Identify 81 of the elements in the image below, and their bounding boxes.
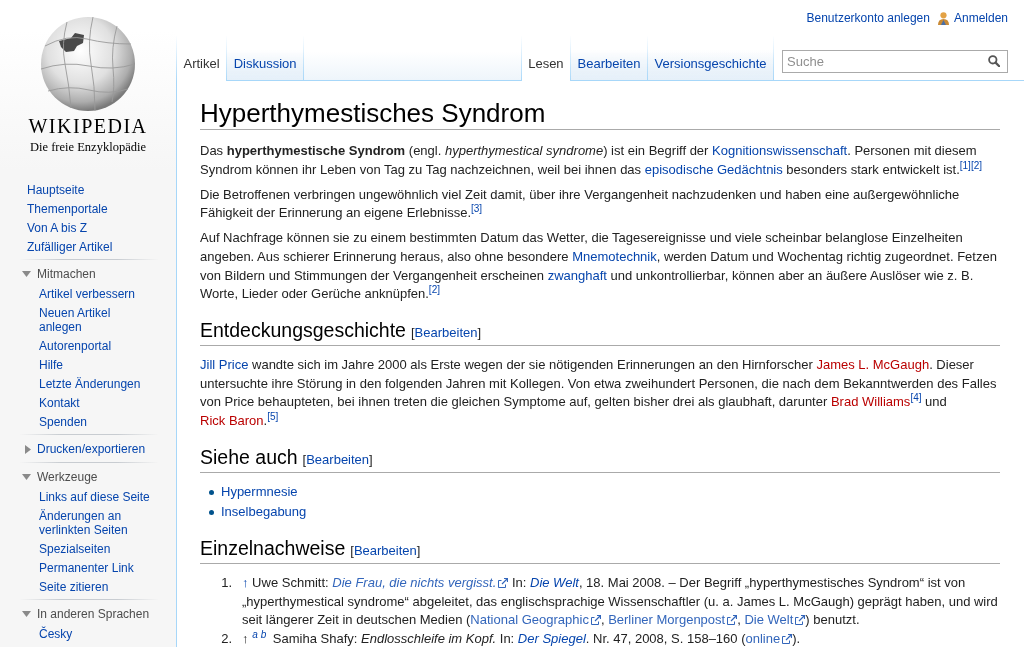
tab[interactable]: Bearbeiten — [571, 36, 648, 80]
sidebar-link[interactable]: Spezialseiten — [39, 539, 111, 558]
sidebar-link[interactable]: Kontakt — [39, 393, 80, 412]
sidebar-link[interactable]: Česky — [39, 624, 73, 643]
backlink[interactable]: ↑ — [242, 575, 249, 591]
reference-number: 2. — [221, 630, 232, 647]
edit-link[interactable]: [Bearbeiten] — [302, 451, 373, 467]
edit-link[interactable]: [Bearbeiten] — [350, 542, 421, 558]
sidebar-link[interactable]: Themenportale — [27, 199, 108, 218]
search-icon[interactable] — [988, 55, 1000, 67]
text-link[interactable]: Rick Baron — [200, 413, 264, 429]
footnote-link[interactable]: [4] — [910, 392, 922, 404]
sidebar-link[interactable]: Hauptseite — [27, 180, 85, 199]
footnote-link[interactable]: [1] — [959, 159, 971, 171]
sidebar-link[interactable]: Links auf diese Seite — [39, 487, 150, 506]
text-link[interactable]: Brad Williams — [830, 394, 911, 410]
external-link[interactable]: Die Frau, die nichts vergisst. — [332, 575, 509, 591]
text-link[interactable]: zwanghaft — [547, 267, 607, 283]
text-link[interactable]: Der Spiegel — [517, 631, 586, 646]
bullet-icon — [209, 509, 214, 515]
external-link-icon — [498, 578, 509, 589]
reference-number: 1. — [221, 574, 232, 593]
tab[interactable]: Versionsgeschichte — [648, 36, 774, 80]
section-heading: Siehe auch — [200, 445, 298, 468]
sidebar-heading[interactable]: In anderen Sprachen — [37, 605, 150, 623]
tagline: Die freie Enzyklopädie — [30, 140, 146, 154]
sidebar-link[interactable]: Hilfe — [39, 355, 63, 374]
external-link-icon — [782, 634, 793, 644]
paragraph: Die Betroffenen verbringen ungewöhnlich viel Zeit damit, über ihre Vergangenheit nachzudenken und haben eine außergewöhnliche Fähigkeit der Erinnerung an eigene Erlebnisse.$^{[3]}$ — [200, 185, 961, 223]
sidebar-link[interactable]: Änderungen an verlinkten Seiten — [39, 506, 153, 539]
sidebar-heading[interactable]: Werkzeuge — [37, 468, 98, 486]
backlink[interactable]: b — [260, 628, 267, 640]
sidebar-link[interactable]: Letzte Änderungen — [39, 374, 141, 393]
footnote-link[interactable]: [3] — [471, 202, 483, 214]
triangle-icon[interactable] — [25, 444, 31, 454]
text-link[interactable]: episodische Gedächtnis — [644, 161, 783, 177]
sidebar-link[interactable]: Neuen Artikel anlegen — [39, 303, 153, 336]
tab[interactable]: Lesen — [520, 36, 572, 81]
user-icon — [937, 11, 949, 25]
section-heading: Entdeckungsgeschichte — [200, 318, 406, 341]
sidebar-link[interactable]: Artikel verbessern — [39, 284, 136, 303]
paragraph: Auf Nachfrage können sie zu einem bestimmten Datum das Wetter, die Tagesereignisse und viele scheinbar belanglose Einzelheiten angeben. Aus schierer Erinnerung heraus, also ohne besondere Mnemotechnik, werden Datum und Wochentag richtig zugeordnet. Fetzen von Bildern und Stimmungen der Vergangenheit erscheinen zwanghaft und unkontrollierbar, können aber an äußere Auslöser wie z. B. Worte, Lieder oder Gerüche anknüpfen.$^{[2]}$ — [200, 229, 998, 304]
edit-link[interactable]: [Bearbeiten] — [410, 324, 482, 340]
triangle-icon[interactable] — [22, 271, 31, 277]
text-link[interactable]: Hypermnesie — [221, 483, 298, 502]
footnote-link[interactable]: [2] — [428, 283, 440, 295]
search-field[interactable]: Suche — [782, 50, 1008, 73]
external-link[interactable]: Berliner Morgenpost — [608, 612, 738, 628]
external-link[interactable]: National Geographic — [470, 612, 601, 628]
external-link[interactable]: Die Welt — [744, 612, 806, 628]
external-link-icon — [727, 615, 738, 626]
sidebar-link[interactable]: Seite zitieren — [39, 577, 109, 596]
text-link[interactable]: Mnemotechnik — [572, 248, 657, 264]
sidebar-heading[interactable]: Mitmachen — [37, 265, 96, 283]
tab[interactable]: Diskussion — [227, 36, 304, 80]
sidebar-link[interactable]: Permanenter Link — [39, 558, 134, 577]
triangle-icon[interactable] — [22, 474, 31, 480]
text-link[interactable]: Jill Price — [200, 357, 249, 373]
text-link[interactable]: Die Welt — [530, 575, 579, 591]
text-link[interactable]: Inselbegabung — [221, 503, 307, 522]
triangle-icon[interactable] — [22, 611, 31, 617]
bullet-icon — [209, 489, 214, 495]
backlink[interactable]: a — [252, 628, 258, 640]
paragraph: Jill Price wandte sich im Jahre 2000 als Erste wegen der sie nötigenden Erinnerungen an den Hirnforscher James L. McGaugh. Dieser untersuchte ihre Störung in den folgenden Jahren mit Kollegen. Von etwa zweihundert Personen, die nach dem Bekanntwerden des Falles von Price behaupteten, bei ihnen treten die gleichen Symptome auf, gelten bisher drei als glaubhaft, darunter Brad Williams$^{[4]}$ und Rick Baron.$^{[5]}$ — [200, 356, 998, 431]
reference-text: ↑ Uwe Schmitt: Die Frau, die nichts vergisst. In: Die Welt, 18. Mai 2008. – Der Begriff „hyperthymestisches Syndrom“ ist von „hyperthymestical syndrome“ abgeleitet, das englischsprachige Wissenschaftler (u. a. James L. McGaugh) geprägt haben, und wird seit längerer Zeit in deutschen Medien (National Geographic , Berliner Morgenpost , Die Welt ) benutzt. — [242, 574, 999, 630]
wordmark: WIKIPEDIA — [28, 115, 148, 137]
external-link[interactable]: online — [745, 631, 793, 646]
section-heading: Einzelnachweise — [200, 536, 346, 559]
sidebar-link[interactable]: Von A bis Z — [27, 218, 88, 237]
create-account-link[interactable]: Benutzerkonto anlegen — [806, 11, 930, 25]
sidebar-link[interactable]: Autorenportal — [39, 336, 112, 355]
page-title: Hyperthymestisches Syndrom — [200, 98, 546, 128]
sidebar-link[interactable]: Spenden — [39, 412, 88, 431]
sidebar-heading[interactable]: Drucken/exportieren — [37, 440, 146, 458]
tab[interactable]: Artikel — [176, 36, 228, 81]
sidebar-link[interactable]: Zufälliger Artikel — [27, 237, 113, 256]
external-link-icon — [795, 615, 806, 626]
external-link-icon — [590, 615, 601, 626]
footnote-link[interactable]: [5] — [267, 410, 279, 422]
reference-text: ↑ $^{a}$ $^{b}$ Samiha Shafy: Endlosschleife im Kopf. In: Der Spiegel. Nr. 47, 2008, S. 158–160 (online ). — [242, 630, 802, 647]
login-link[interactable]: Anmelden — [953, 11, 1008, 25]
